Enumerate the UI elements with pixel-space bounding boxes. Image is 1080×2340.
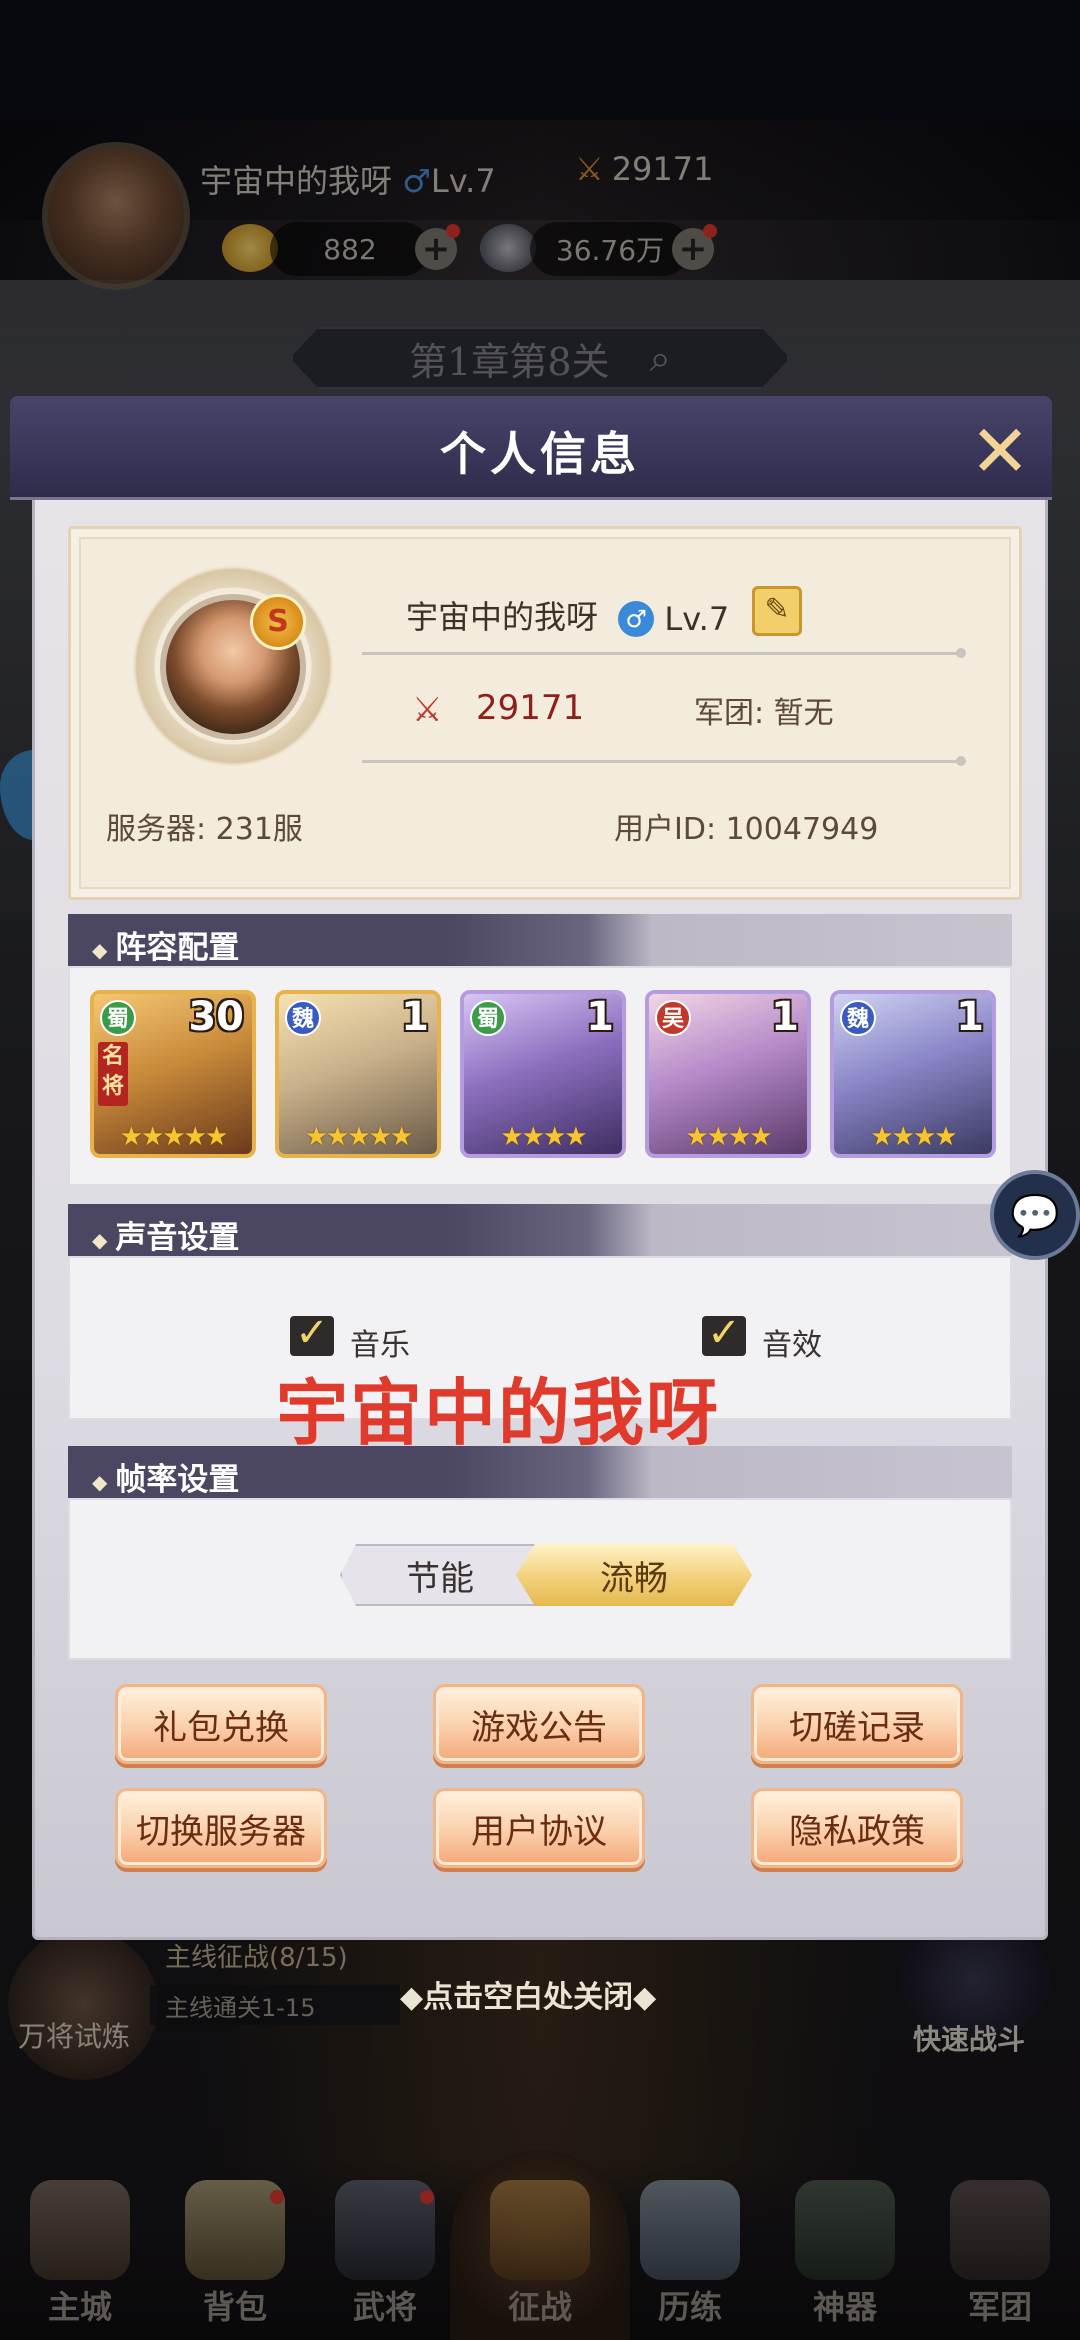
framerate-section-title: ◆ 帧率设置 — [92, 1454, 239, 1499]
edit-name-button[interactable]: ✎ — [752, 586, 802, 636]
hero-level: 1 — [956, 994, 984, 1040]
section-title-text: 帧率设置 — [115, 1462, 240, 1498]
profile-name-row: 宇宙中的我呀 ♂ Lv.7 — [406, 592, 729, 638]
diamond-icon: ◆ — [92, 1227, 108, 1252]
gift-code-button[interactable]: 礼包兑换 — [115, 1684, 327, 1764]
hero-stars: ★★★★ — [685, 1122, 772, 1152]
watermark-text: 宇宙中的我呀 — [276, 1371, 721, 1455]
user-agreement-button[interactable]: 用户协议 — [433, 1788, 645, 1868]
modal-title: 个人信息 — [440, 427, 640, 481]
framerate-option-smooth[interactable]: 流畅 — [516, 1544, 752, 1606]
privacy-policy-button[interactable]: 隐私政策 — [751, 1788, 963, 1868]
faction-badge: 蜀 — [100, 1000, 136, 1036]
diamond-icon: ◆ — [92, 937, 108, 962]
sfx-label[interactable]: 音效 — [762, 1320, 822, 1364]
hero-stars: ★★★★ — [870, 1122, 957, 1152]
hero-level: 1 — [771, 994, 799, 1040]
hero-card[interactable]: 吴 1 ★★★★ — [645, 990, 811, 1158]
profile-power: 29171 — [476, 688, 585, 728]
hero-level: 1 — [586, 994, 614, 1040]
hero-level: 1 — [401, 994, 429, 1040]
profile-legion: 军团: 暂无 — [694, 696, 834, 731]
faction-badge: 魏 — [840, 1000, 876, 1036]
hero-level: 30 — [188, 994, 244, 1040]
hero-card[interactable]: 蜀 1 ★★★★ — [460, 990, 626, 1158]
hero-stars: ★★★★★ — [304, 1122, 414, 1152]
hero-stars: ★★★★★ — [119, 1122, 229, 1152]
lineup-section-title: ◆ 阵容配置 — [92, 922, 239, 967]
hero-card[interactable]: 蜀 名将 30 ★★★★★ — [90, 990, 256, 1158]
hero-card[interactable]: 魏 1 ★★★★★ — [275, 990, 441, 1158]
sfx-checkbox[interactable]: ✓ — [702, 1313, 746, 1356]
profile-name: 宇宙中的我呀 — [406, 598, 599, 636]
diamond-icon: ◆ — [92, 1469, 108, 1494]
profile-user-id: 用户ID: 10047949 — [614, 812, 879, 847]
faction-badge: 吴 — [655, 1000, 691, 1036]
tap-to-close-hint: ◆点击空白处关闭◆ — [400, 1980, 657, 2015]
sound-section-title: ◆ 声音设置 — [92, 1212, 239, 1257]
music-checkbox[interactable]: ✓ — [290, 1313, 334, 1356]
faction-badge: 魏 — [285, 1000, 321, 1036]
crossed-swords-icon: ⚔ — [412, 690, 443, 730]
swap-avatar-icon[interactable]: S — [250, 594, 306, 650]
profile-server: 服务器: 231服 — [106, 812, 303, 847]
chat-bubbles-icon[interactable]: 💬 — [990, 1170, 1080, 1260]
close-icon[interactable]: ✕ — [965, 415, 1035, 488]
battle-record-button[interactable]: 切磋记录 — [751, 1684, 963, 1764]
faction-badge: 蜀 — [470, 1000, 506, 1036]
famous-general-tag: 名将 — [98, 1042, 128, 1106]
profile-level: Lv.7 — [664, 600, 730, 638]
switch-server-button[interactable]: 切换服务器 — [115, 1788, 327, 1868]
divider — [362, 756, 966, 766]
section-title-text: 阵容配置 — [115, 930, 240, 966]
male-gender-icon: ♂ — [618, 601, 655, 637]
framerate-option-saver[interactable]: 节能 — [340, 1544, 540, 1606]
hero-card[interactable]: 魏 1 ★★★★ — [830, 990, 996, 1158]
section-title-text: 声音设置 — [115, 1220, 240, 1256]
announcement-button[interactable]: 游戏公告 — [433, 1684, 645, 1764]
hero-stars: ★★★★ — [500, 1122, 587, 1152]
divider — [362, 648, 966, 658]
